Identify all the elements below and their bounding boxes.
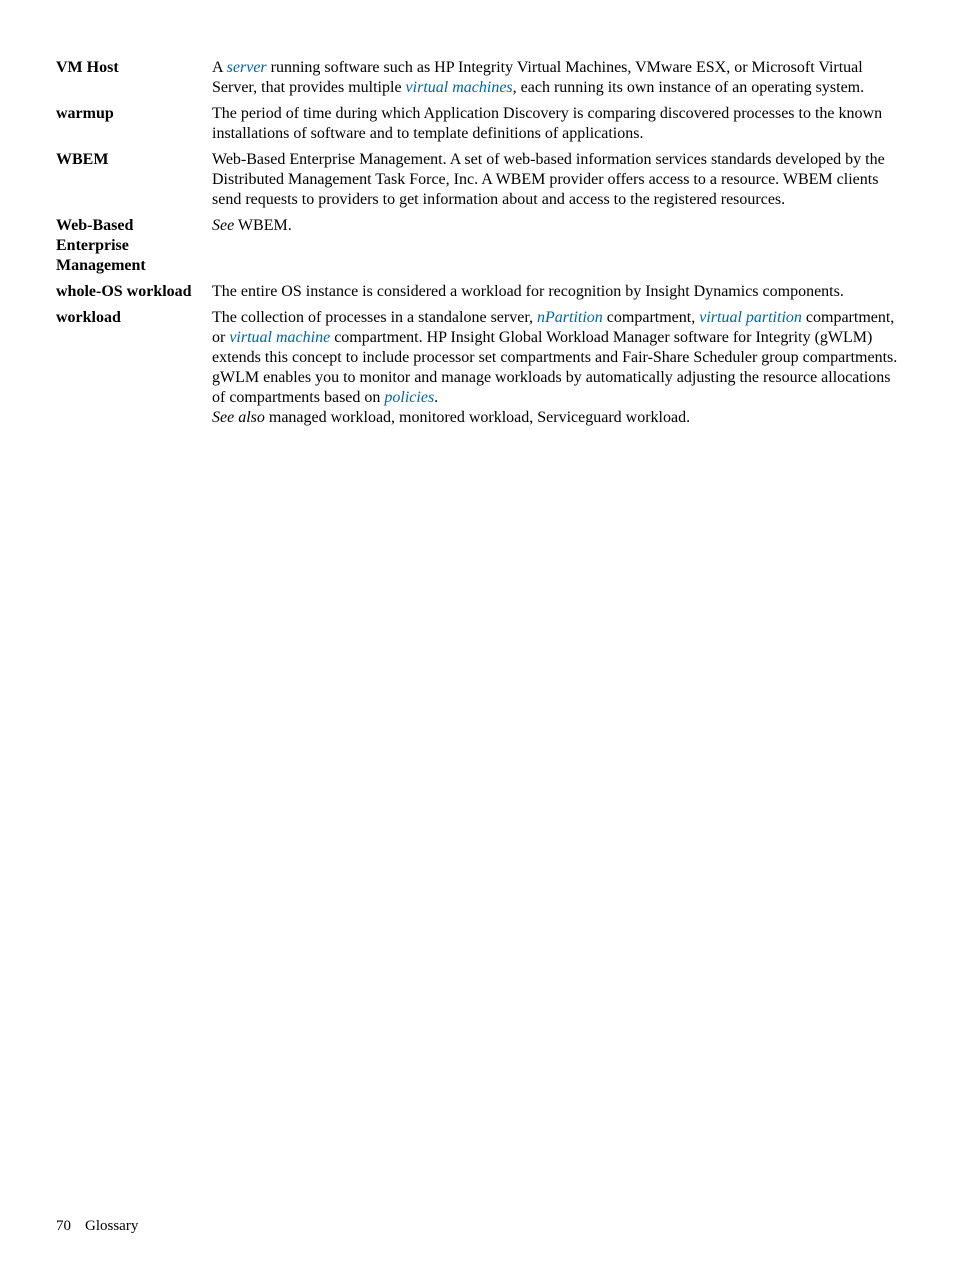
glossary-entry-warmup: warmup The period of time during which A…	[56, 104, 898, 144]
glossary-term: workload	[56, 308, 212, 328]
definition-text: A	[212, 59, 227, 76]
document-page: VM Host A server running software such a…	[0, 0, 954, 1271]
see-also-label: See also	[212, 409, 265, 426]
glossary-definition: A server running software such as HP Int…	[212, 58, 898, 98]
link-virtual-partition[interactable]: virtual partition	[699, 309, 802, 326]
glossary-entry-workload: workload The collection of processes in …	[56, 308, 898, 428]
glossary-definition: The entire OS instance is considered a w…	[212, 282, 898, 302]
glossary-entries: VM Host A server running software such a…	[56, 58, 898, 428]
glossary-term: warmup	[56, 104, 212, 124]
glossary-definition: Web-Based Enterprise Management. A set o…	[212, 150, 898, 210]
glossary-entry-wbem: WBEM Web-Based Enterprise Management. A …	[56, 150, 898, 210]
glossary-entry-web-based-em: Web-Based Enterprise Management See WBEM…	[56, 216, 898, 276]
link-npartition[interactable]: nPartition	[537, 309, 603, 326]
see-also-text: managed workload, monitored workload, Se…	[265, 409, 690, 426]
link-virtual-machines[interactable]: virtual machines	[406, 79, 513, 96]
see-label: See	[212, 217, 234, 234]
footer-section-title: Glossary	[85, 1218, 138, 1234]
definition-text: The collection of processes in a standal…	[212, 309, 537, 326]
glossary-definition: The collection of processes in a standal…	[212, 308, 898, 428]
glossary-term: WBEM	[56, 150, 212, 170]
see-target: WBEM.	[234, 217, 291, 234]
page-number: 70	[56, 1218, 85, 1235]
glossary-definition: See WBEM.	[212, 216, 898, 236]
definition-text: , each running its own instance of an op…	[513, 79, 864, 96]
glossary-term: whole-OS workload	[56, 282, 212, 302]
glossary-definition: The period of time during which Applicat…	[212, 104, 898, 144]
glossary-entry-vm-host: VM Host A server running software such a…	[56, 58, 898, 98]
definition-text: .	[434, 389, 438, 406]
glossary-entry-whole-os: whole-OS workload The entire OS instance…	[56, 282, 898, 302]
link-policies[interactable]: policies	[384, 389, 434, 406]
link-virtual-machine[interactable]: virtual machine	[229, 329, 330, 346]
link-server[interactable]: server	[227, 59, 267, 76]
page-footer: 70Glossary	[56, 1218, 138, 1235]
definition-text: compartment,	[603, 309, 699, 326]
glossary-term: VM Host	[56, 58, 212, 78]
glossary-term: Web-Based Enterprise Management	[56, 216, 212, 276]
